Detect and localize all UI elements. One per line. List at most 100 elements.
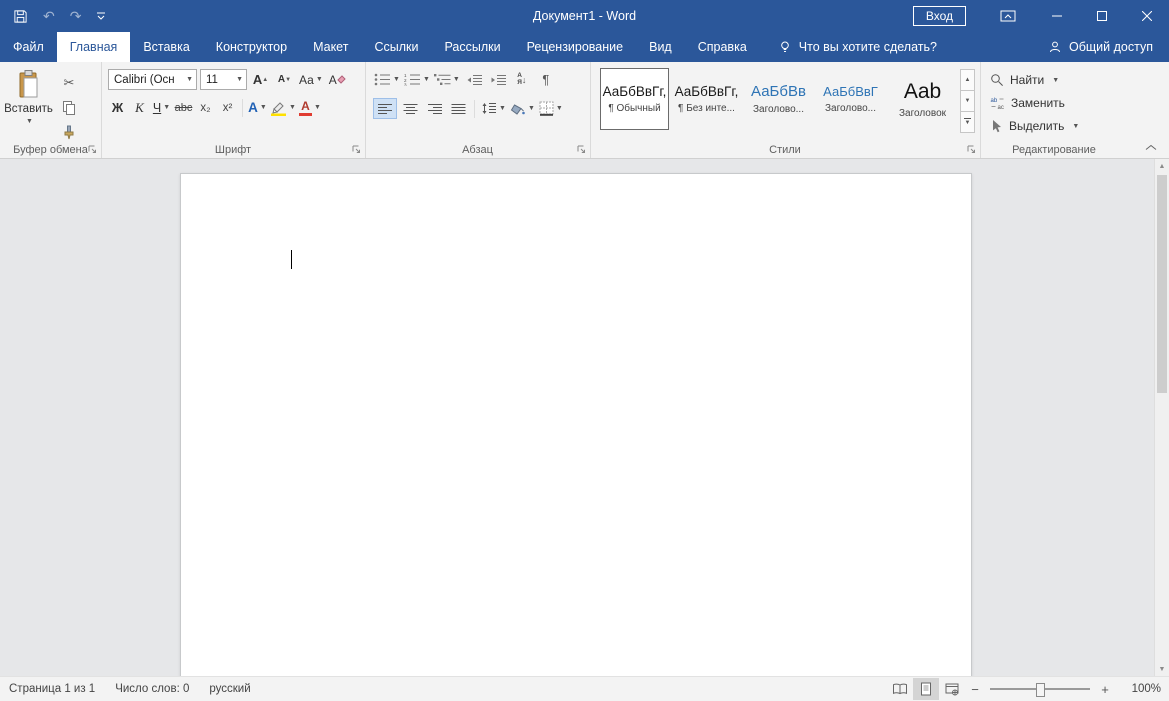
borders-button[interactable]: ▼ (538, 98, 564, 119)
font-name-dropdown-icon[interactable]: ▼ (186, 76, 193, 83)
tab-file[interactable]: Файл (0, 32, 57, 62)
customize-qat-icon[interactable] (96, 11, 106, 21)
borders-dropdown-icon[interactable]: ▼ (556, 105, 563, 112)
zoom-slider[interactable] (990, 688, 1090, 690)
shading-button[interactable]: ▼ (509, 98, 536, 119)
gallery-more-icon[interactable]: ▼ (960, 111, 975, 133)
bullets-dropdown-icon[interactable]: ▼ (393, 76, 400, 83)
shrink-font-button[interactable]: А▼ (274, 69, 295, 90)
tab-mailings[interactable]: Рассылки (431, 32, 513, 62)
bold-button[interactable]: Ж (107, 97, 128, 118)
paste-dropdown-icon[interactable]: ▼ (26, 118, 33, 125)
tab-insert[interactable]: Вставка (130, 32, 202, 62)
underline-dropdown-icon[interactable]: ▼ (163, 104, 170, 111)
print-layout-button[interactable] (913, 678, 939, 700)
shading-dropdown-icon[interactable]: ▼ (528, 105, 535, 112)
increase-indent-button[interactable] (487, 69, 509, 90)
tab-help[interactable]: Справка (685, 32, 760, 62)
sign-in-button[interactable]: Вход (913, 6, 966, 26)
scrollbar-thumb[interactable] (1157, 175, 1167, 393)
page-indicator[interactable]: Страница 1 из 1 (0, 677, 105, 701)
document-page[interactable] (180, 173, 972, 677)
select-dropdown-icon[interactable]: ▼ (1072, 123, 1079, 130)
highlight-button[interactable]: ▼ (269, 97, 297, 118)
tab-view[interactable]: Вид (636, 32, 685, 62)
minimize-button[interactable] (1034, 0, 1079, 32)
align-right-button[interactable] (423, 98, 445, 119)
show-paragraph-marks-button[interactable]: ¶ (535, 69, 557, 90)
tab-home[interactable]: Главная (57, 32, 131, 62)
find-button[interactable]: Найти ▼ (990, 70, 1128, 90)
scroll-up-icon[interactable]: ▲ (1155, 159, 1169, 174)
cut-button[interactable]: ✂ (56, 72, 82, 93)
paragraph-dialog-launcher-icon[interactable] (575, 143, 587, 155)
style-normal[interactable]: АаБбВвГг, ¶ Обычный (600, 68, 669, 130)
style-no-spacing[interactable]: АаБбВвГг, ¶ Без инте... (672, 68, 741, 130)
line-spacing-dropdown-icon[interactable]: ▼ (499, 105, 506, 112)
zoom-slider-thumb[interactable] (1036, 683, 1045, 697)
font-name-combo[interactable]: Calibri (Осн ▼ (108, 69, 197, 90)
font-size-dropdown-icon[interactable]: ▼ (236, 76, 243, 83)
ribbon-display-options-icon[interactable] (990, 0, 1026, 32)
zoom-out-button[interactable]: − (965, 678, 985, 700)
subscript-button[interactable]: x₂ (195, 97, 216, 118)
style-title[interactable]: Аab Заголовок (888, 68, 957, 130)
language-indicator[interactable]: русский (199, 677, 260, 701)
grow-font-button[interactable]: А▲ (250, 69, 271, 90)
underline-button[interactable]: Ч▼ (151, 97, 172, 118)
collapse-ribbon-icon[interactable] (1141, 140, 1161, 154)
read-mode-button[interactable] (887, 678, 913, 700)
format-painter-button[interactable] (56, 122, 82, 143)
change-case-button[interactable]: Аа▼ (298, 69, 324, 90)
tell-me-box[interactable]: Что вы хотите сделать? (778, 32, 937, 62)
clipboard-dialog-launcher-icon[interactable] (86, 143, 98, 155)
numbering-button[interactable]: 123 ▼ (403, 69, 431, 90)
style-heading2[interactable]: АаБбВвГ Заголово... (816, 68, 885, 130)
line-spacing-button[interactable]: ▼ (480, 98, 507, 119)
scrollbar-track[interactable] (1155, 174, 1169, 662)
align-left-button[interactable] (373, 98, 397, 119)
vertical-scrollbar[interactable]: ▲ ▼ (1154, 159, 1169, 677)
text-effects-button[interactable]: А▼ (247, 97, 268, 118)
gallery-scroll-up-icon[interactable]: ▲ (960, 69, 975, 91)
copy-button[interactable] (56, 97, 82, 118)
decrease-indent-button[interactable] (463, 69, 485, 90)
undo-icon[interactable]: ↶ (43, 9, 55, 23)
font-size-combo[interactable]: 11 ▼ (200, 69, 247, 90)
justify-button[interactable] (447, 98, 469, 119)
multilevel-dropdown-icon[interactable]: ▼ (453, 76, 460, 83)
font-color-button[interactable]: А ▼ (298, 97, 322, 118)
find-dropdown-icon[interactable]: ▼ (1052, 77, 1059, 84)
tab-references[interactable]: Ссылки (361, 32, 431, 62)
highlight-dropdown-icon[interactable]: ▼ (289, 104, 296, 111)
redo-icon[interactable]: ↷ (70, 9, 82, 23)
word-count[interactable]: Число слов: 0 (105, 677, 199, 701)
web-layout-button[interactable] (939, 678, 965, 700)
sort-button[interactable]: АЯ ↓ (511, 69, 533, 90)
multilevel-list-button[interactable]: ▼ (433, 69, 461, 90)
text-effects-dropdown-icon[interactable]: ▼ (260, 104, 267, 111)
close-button[interactable] (1124, 0, 1169, 32)
strikethrough-button[interactable]: abc (173, 97, 194, 118)
tab-design[interactable]: Конструктор (203, 32, 300, 62)
align-center-button[interactable] (399, 98, 421, 119)
numbering-dropdown-icon[interactable]: ▼ (423, 76, 430, 83)
paste-button[interactable]: Вставить ▼ (6, 65, 51, 144)
share-button[interactable]: Общий доступ (1048, 32, 1169, 62)
replace-button[interactable]: abac Заменить (990, 93, 1128, 113)
font-color-dropdown-icon[interactable]: ▼ (314, 104, 321, 111)
document-area[interactable]: ▲ ▼ (0, 159, 1169, 677)
style-heading1[interactable]: АаБбВв Заголово... (744, 68, 813, 130)
maximize-button[interactable] (1079, 0, 1124, 32)
zoom-level[interactable]: 100% (1115, 683, 1161, 695)
superscript-button[interactable]: x² (217, 97, 238, 118)
bullets-button[interactable]: ▼ (373, 69, 401, 90)
save-icon[interactable] (13, 9, 28, 24)
select-button[interactable]: Выделить ▼ (990, 116, 1128, 136)
tab-review[interactable]: Рецензирование (514, 32, 637, 62)
font-dialog-launcher-icon[interactable] (350, 143, 362, 155)
zoom-in-button[interactable]: + (1095, 678, 1115, 700)
gallery-scroll-down-icon[interactable]: ▼ (960, 90, 975, 112)
clear-formatting-button[interactable]: А (327, 69, 348, 90)
tab-layout[interactable]: Макет (300, 32, 361, 62)
